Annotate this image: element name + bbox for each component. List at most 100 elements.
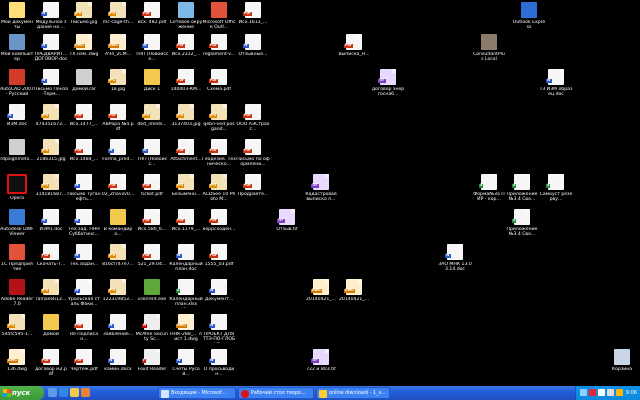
desktop-icon[interactable]: PDF Продраете... [236,174,270,197]
update-icon[interactable] [616,389,623,396]
desktop-icon[interactable]: Домой [34,314,68,337]
desktop-icon[interactable]: Outlook Express [512,2,546,31]
desktop-icon[interactable]: F Foxit Reader [135,349,169,372]
desktop-icon[interactable]: JPG Письмо.jpg [67,2,101,25]
network-icon[interactable] [580,389,587,396]
desktop-icon[interactable]: DWG 20140421_... [304,279,338,302]
desktop-icon[interactable]: X Календарный план.xlsx (4)... [169,279,203,308]
task-button-inbox[interactable]: Входящие - Microsof... [158,387,236,399]
desktop-icon[interactable]: PDF Исх.1613_... [236,2,270,25]
desktop-icon[interactable]: W Письмо Пенза-Терм... [34,69,68,98]
desktop-icon[interactable]: Мои документы [0,2,34,31]
desktop-icon[interactable]: JPG 122319853... [101,279,135,302]
desktop-icon[interactable]: W Документ... [202,279,236,302]
desktop-icon[interactable]: Диск 1 [135,69,169,92]
desktop-icon[interactable]: PDF коррсходен... [202,209,236,232]
desktop-icon[interactable]: Opera [0,174,34,201]
desktop-icon[interactable]: JPG 314181687... [34,174,68,197]
desktop-icon[interactable]: PDF АВРора №4.pdf [101,104,135,133]
desktop-icon[interactable]: JPG 816cf747e7... [101,244,135,267]
desktop-icon[interactable]: JPG 3137403.jpg [169,104,203,127]
desktop-icon[interactable]: PDF ticket.pdf [135,174,169,197]
desktop-icon[interactable]: PDF Исх.1477_... [67,104,101,127]
desktop-icon[interactable]: PDF Исх.580_б... [135,209,169,232]
desktop-icon[interactable]: В командиро... [101,209,135,238]
desktop-icon[interactable]: Корзина [605,349,639,372]
desktop-icon[interactable]: W Письмо Туганефть... [67,174,101,203]
desktop-icon[interactable]: JPG qebn-ved posgand... [202,104,236,133]
desktop-icon[interactable]: W Уральская сталь Фоки... [67,279,101,308]
desktop-icon[interactable]: W ТНП (Новоисс... [135,139,169,168]
desktop-icon[interactable]: AutoCAD 2007 - Русский [0,69,34,98]
desktop-icon[interactable]: JPG ACDSee 10 Photo M... [202,174,236,203]
volume-icon[interactable] [607,389,614,396]
desktop-icon[interactable]: W Тех.зад. ПНН Субботинс... [67,209,101,238]
desktop-icon[interactable]: W ЗАО МНК 13.03.14.doc [438,244,472,273]
desktop-icon[interactable]: DWG 20140421_... [337,279,371,302]
desktop-icon[interactable]: M McAfee Security Sc... [135,314,169,343]
desktop-icon[interactable]: PDF 140403-КМ... [169,69,203,92]
desktop-icon[interactable]: JPG mc-cage-th... [101,2,135,25]
desktop-icon[interactable]: PDF 02_Zhaviiv0... [101,174,135,197]
desktop-icon[interactable]: PDF Геодезия. Техническо... [202,139,236,168]
desktop-icon[interactable]: PDF reglament-v... [202,34,236,57]
desktop-icon[interactable]: W Forma_pred... [101,139,135,162]
desktop-icon[interactable]: W ПРОЕКТ ДЛЯ ТТЭ-ПО-ГЛОБУС... [202,314,236,343]
desktop-icon[interactable]: DWG ННК-288_... лист 1.dwg [169,314,203,343]
desktop-icon[interactable]: 1С Предприятие [0,244,34,273]
task-button-desktop[interactable]: Рабочий стол творо... [238,387,314,399]
desktop-icon[interactable]: PDF Исх.1179_... [169,209,203,232]
desktop-icon[interactable]: PDF Исх.1484_... [67,139,101,162]
desktop-icon[interactable]: X Приложение №3.4 Сво... [505,209,539,238]
desktop-icon[interactable]: W Модульное здание на ... [34,2,68,31]
desktop-icon[interactable]: JPG 474351673... [34,104,68,127]
desktop-icon[interactable]: ConsultantPlus Local [472,34,506,63]
desktop-icon[interactable]: X Форма№3а ПИР - кор... [472,174,506,203]
outlook-icon[interactable] [70,388,79,397]
lang-icon[interactable] [598,389,605,396]
desktop-icon[interactable]: W О просьводин... [202,349,236,378]
desktop-icon[interactable]: TIF договор энергоснаб... [371,69,405,98]
desktop-icon[interactable]: PDF Чертеж.pdf [67,349,101,372]
antivirus-icon[interactable] [589,389,596,396]
desktop-icon[interactable]: Wкамин.docx [101,349,135,372]
desktop-icon[interactable]: PDF исх. 482.pdf [135,2,169,25]
desktop-icon[interactable]: X Приложение №3.4 Сво... [505,174,539,203]
desktop-icon[interactable]: Мой компьютер [0,34,34,63]
desktop-icon[interactable]: PDF Выписка_Н... [337,34,371,57]
desktop-icon[interactable]: uTorrent.exe [135,279,169,302]
desktop-icon[interactable]: Autodesk DWF Viewer [0,209,34,238]
desktop-icon[interactable]: JPG ramael4i12... [34,279,68,302]
desktop-icon[interactable]: Microsoft Office Outl... [202,2,236,31]
show-desktop-icon[interactable] [48,388,57,397]
start-button[interactable]: пуск [0,386,44,400]
desktop-icon[interactable]: PDF ООО АЭСтрахс... [236,104,270,133]
desktop-icon[interactable]: TIF Кадастровая выписка п... [304,174,338,203]
desktop-icon[interactable]: W ТНП (Новоиссе... [135,34,169,63]
desktop-icon[interactable]: PDF 521_29.04... [135,244,169,267]
desktop-icon[interactable]: DWG 136.dwg [0,349,34,372]
desktop-icon[interactable]: Домой.rar [67,69,101,92]
desktop-icon[interactable]: PDF Письмо по оформлени... [236,139,270,168]
desktop-icon[interactable]: rdpsignmetx... [0,139,34,162]
desktop-icon[interactable]: PDF Attachment... [169,139,203,162]
desktop-icon[interactable]: JPG Безымянн... [169,174,203,197]
desktop-icon[interactable]: PDF Схема.pdf [202,69,236,92]
media-icon[interactable] [81,388,90,397]
desktop-icon[interactable]: DWG TX.нэм..dwg [67,34,101,57]
desktop-icon[interactable]: W Тех.задан... [67,244,101,267]
desktop-icon[interactable]: TIF 722 и 803.tif [304,349,338,372]
task-button-download[interactable]: online diwnloadi - 1_э... [316,387,390,399]
desktop-icon[interactable]: W ИЗМ.doc [0,104,34,127]
desktop-icon[interactable]: JPG ded_imeds... [135,104,169,127]
desktop-icon[interactable]: PDF Re Подписан... [67,314,101,343]
desktop-icon[interactable]: W Счеты Русой... [169,349,203,378]
desktop-icon[interactable]: PDF договор м2.pdf [34,349,68,378]
desktop-icon[interactable]: Сетевое окружение [169,2,203,31]
desktop-icon[interactable]: PDF Скачать-Т... [34,244,68,267]
desktop-icon[interactable]: W ПРЕДВАРИТ... ДОГОВОР.doc [34,34,68,63]
desktop-icon[interactable]: W ИЗМ1.doc [34,209,68,232]
desktop-icon[interactable]: DWG АЧ4_2СМ... [101,34,135,57]
desktop-icon[interactable]: X Самоуст резерву... [539,174,573,203]
desktop-icon[interactable]: W Отзывные... [236,34,270,57]
